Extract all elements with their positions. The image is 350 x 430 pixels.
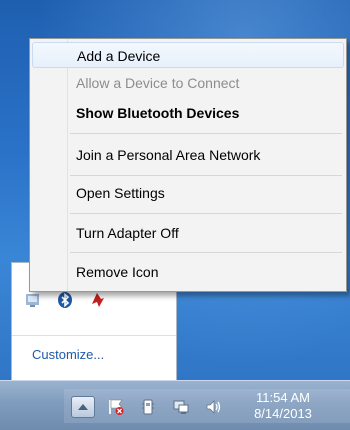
menu-separator xyxy=(70,252,342,253)
network-icon[interactable] xyxy=(172,398,190,416)
chevron-up-icon xyxy=(78,404,88,410)
menu-item-turn-adapter-off[interactable]: Turn Adapter Off xyxy=(32,220,344,246)
red-app-icon[interactable] xyxy=(88,291,106,309)
menu-item-add-device[interactable]: Add a Device xyxy=(32,42,344,68)
menu-item-show-devices[interactable]: Show Bluetooth Devices xyxy=(32,100,344,126)
menu-item-remove-icon[interactable]: Remove Icon xyxy=(32,259,344,285)
menu-separator xyxy=(70,213,342,214)
clock-date: 8/14/2013 xyxy=(254,406,312,421)
menu-item-join-pan[interactable]: Join a Personal Area Network xyxy=(32,142,344,168)
action-center-flag-icon[interactable] xyxy=(107,398,125,416)
panel-divider xyxy=(12,335,176,336)
show-hidden-icons-button[interactable] xyxy=(71,396,95,418)
menu-separator xyxy=(70,133,342,134)
bluetooth-icon[interactable] xyxy=(56,291,74,309)
network-tray-icon[interactable] xyxy=(24,291,42,309)
customize-link[interactable]: Customize... xyxy=(32,347,104,362)
menu-item-allow-device: Allow a Device to Connect xyxy=(76,75,240,91)
volume-icon[interactable] xyxy=(204,398,222,416)
taskbar-clock[interactable]: 11:54 AM 8/14/2013 xyxy=(238,390,328,422)
taskbar: 11:54 AM 8/14/2013 xyxy=(0,380,350,430)
clock-time: 11:54 AM xyxy=(256,390,310,405)
bluetooth-context-menu: Add a Device Allow a Device to Connect S… xyxy=(29,38,347,292)
system-tray: 11:54 AM 8/14/2013 xyxy=(64,389,350,423)
power-icon[interactable] xyxy=(139,398,157,416)
menu-item-open-settings[interactable]: Open Settings xyxy=(32,180,344,206)
overflow-icon-row xyxy=(24,291,106,309)
menu-separator xyxy=(70,175,342,176)
